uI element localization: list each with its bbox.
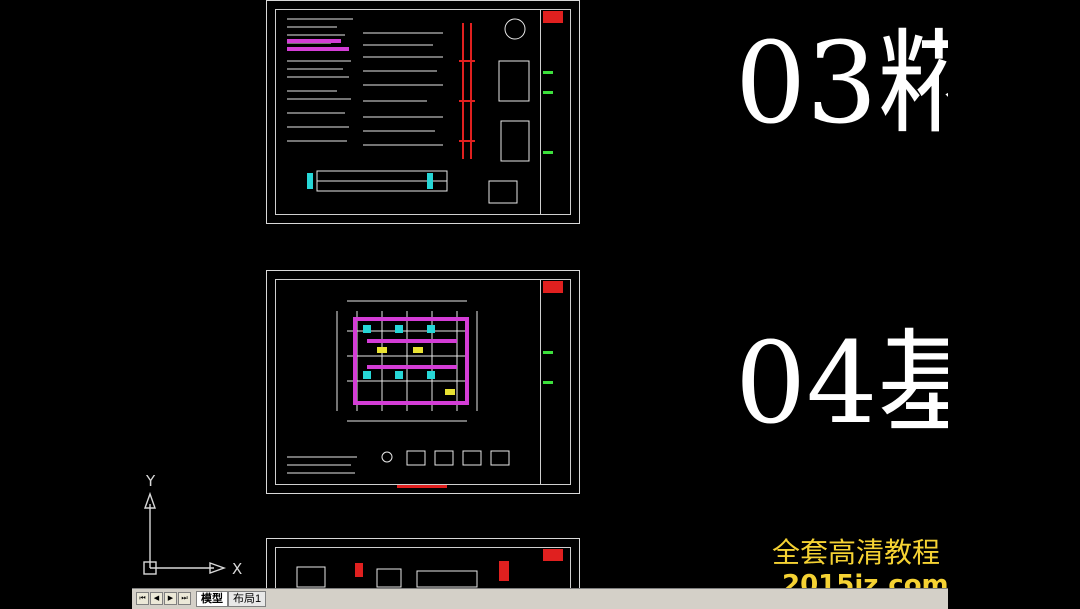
sheet-2-drawing: [287, 281, 563, 488]
tab-model[interactable]: 模型: [196, 591, 228, 607]
drawing-sheet-3[interactable]: [266, 538, 580, 588]
ucs-icon: Y X: [143, 472, 242, 578]
overlay-title-03: 03糀: [735, 19, 948, 149]
first-tab-button[interactable]: ⏮: [136, 592, 149, 605]
ucs-y-label: Y: [145, 472, 156, 490]
sheet-1-drawing: [287, 11, 563, 204]
prev-tab-button[interactable]: ◀: [150, 592, 163, 605]
sheet-3-drawing: [296, 549, 563, 588]
promo-url-text: 2015jz.com: [782, 570, 948, 588]
ucs-x-label: X: [232, 560, 242, 578]
drawing-sheet-2[interactable]: [266, 270, 580, 494]
tab-layout-1[interactable]: 布局1: [228, 591, 267, 607]
next-tab-button[interactable]: ▶: [164, 592, 177, 605]
layout-tab-bar: ⏮ ◀ ▶ ⏭ 模型 布局1: [132, 588, 948, 609]
promo-cn-text: 全套高清教程: [772, 536, 941, 569]
last-tab-button[interactable]: ⏭: [178, 592, 191, 605]
drawing-sheet-1[interactable]: [266, 0, 580, 224]
overlay-title-04: 04基础: [735, 319, 948, 449]
